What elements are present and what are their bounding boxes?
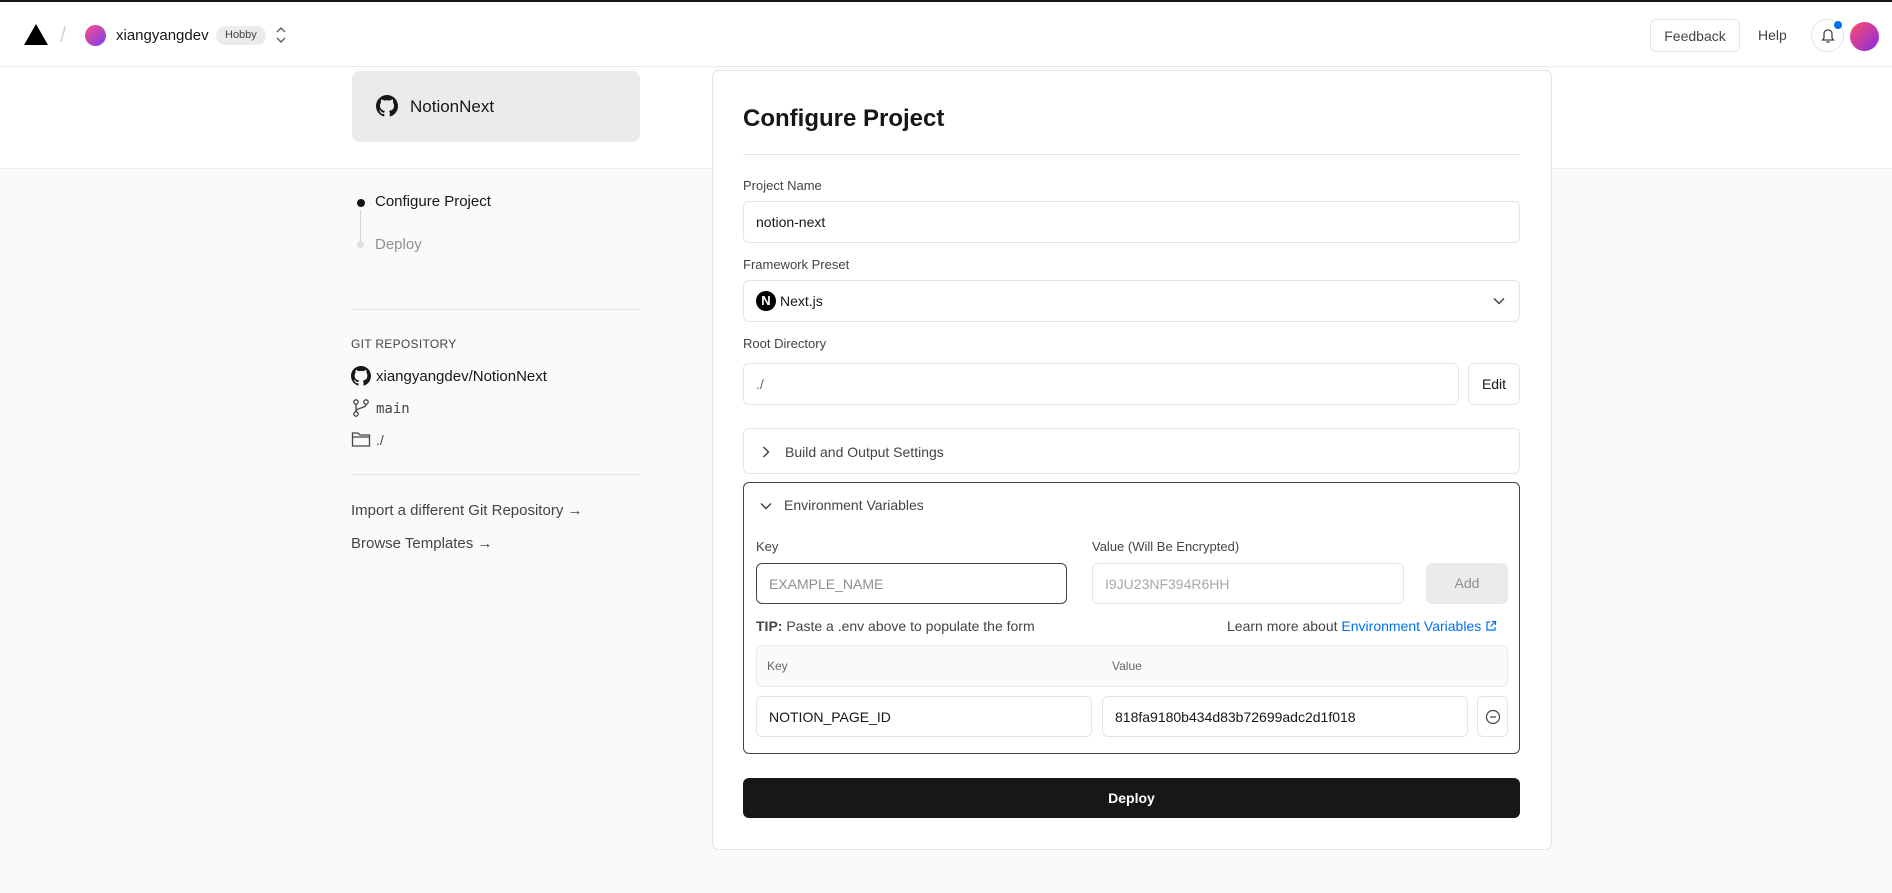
- env-row-key: NOTION_PAGE_ID: [769, 708, 891, 725]
- project-name-input[interactable]: notion-next: [743, 201, 1520, 243]
- git-repository-label: GIT REPOSITORY: [351, 337, 457, 351]
- environment-variables-section: Environment Variables Key Value (Will Be…: [743, 482, 1520, 754]
- framework-preset-select[interactable]: N Next.js: [743, 280, 1520, 322]
- vercel-logo-icon[interactable]: [24, 24, 48, 45]
- env-key-label: Key: [756, 539, 779, 554]
- env-value-label: Value (Will Be Encrypted): [1092, 539, 1240, 554]
- import-different-repo-link[interactable]: Import a different Git Repository →: [351, 502, 582, 519]
- feedback-button[interactable]: Feedback: [1650, 19, 1740, 52]
- env-table-key-header: Key: [767, 659, 788, 673]
- step-connector: [360, 210, 361, 242]
- tip-label: TIP:: [756, 618, 783, 634]
- repo-card-name: NotionNext: [410, 97, 495, 116]
- divider: [351, 474, 640, 475]
- build-output-settings-section[interactable]: Build and Output Settings: [743, 428, 1520, 474]
- help-link[interactable]: Help: [1758, 27, 1787, 43]
- env-row-key-input[interactable]: NOTION_PAGE_ID: [756, 696, 1092, 737]
- env-tip: TIP: Paste a .env above to populate the …: [756, 618, 1035, 634]
- env-value-placeholder: I9JU23NF394R6HH: [1105, 575, 1230, 592]
- repo-card: NotionNext: [352, 71, 640, 142]
- framework-preset-label: Framework Preset: [743, 257, 850, 272]
- project-name-label: Project Name: [743, 178, 822, 193]
- notification-indicator: [1834, 21, 1842, 29]
- chevron-down-icon: [1493, 297, 1505, 305]
- breadcrumb-separator: /: [60, 22, 67, 47]
- top-navigation-bar: / xiangyangdev Hobby Feedback Help: [0, 0, 1892, 67]
- team-avatar[interactable]: [85, 25, 106, 46]
- step-active-dot: [357, 199, 365, 207]
- git-branch-name: main: [376, 401, 410, 417]
- project-name-value: notion-next: [756, 214, 826, 230]
- bell-icon: [1821, 29, 1835, 43]
- edit-root-directory-button[interactable]: Edit: [1468, 363, 1520, 405]
- plan-badge: Hobby: [216, 26, 266, 45]
- git-root-directory: ./: [376, 432, 384, 448]
- page-title: Configure Project: [743, 105, 945, 132]
- github-icon: [351, 366, 371, 386]
- folder-icon: [351, 432, 371, 447]
- git-branch-icon: [353, 399, 369, 417]
- nextjs-logo-icon: N: [756, 291, 776, 311]
- env-row-value-input[interactable]: 818fa9180b434d83b72699adc2d1f018: [1102, 696, 1468, 737]
- root-directory-value: ./: [756, 376, 764, 392]
- build-output-settings-label: Build and Output Settings: [785, 444, 944, 460]
- root-directory-input[interactable]: ./: [743, 363, 1459, 405]
- step-deploy: Deploy: [375, 236, 422, 253]
- framework-preset-value: Next.js: [780, 293, 823, 309]
- env-key-input[interactable]: EXAMPLE_NAME: [756, 563, 1067, 604]
- external-link-icon: [1486, 620, 1497, 631]
- add-env-button[interactable]: Add: [1426, 563, 1508, 604]
- user-avatar[interactable]: [1850, 22, 1879, 51]
- step-pending-dot: [357, 241, 364, 248]
- root-directory-label: Root Directory: [743, 336, 827, 351]
- env-value-input[interactable]: I9JU23NF394R6HH: [1092, 563, 1404, 604]
- remove-circle-icon: [1485, 709, 1501, 725]
- step-configure-project: Configure Project: [375, 193, 491, 210]
- learn-more-prefix: Learn more about: [1227, 618, 1338, 634]
- deploy-button[interactable]: Deploy: [743, 778, 1520, 818]
- learn-more-text: Learn more about Environment Variables: [1227, 618, 1497, 634]
- env-key-placeholder: EXAMPLE_NAME: [769, 575, 884, 592]
- git-repo-name[interactable]: xiangyangdev/NotionNext: [376, 368, 547, 385]
- chevron-down-icon[interactable]: [760, 502, 772, 510]
- browse-templates-link[interactable]: Browse Templates →: [351, 535, 492, 552]
- chevron-right-icon: [762, 446, 770, 458]
- team-name[interactable]: xiangyangdev: [116, 27, 209, 44]
- env-table-value-header: Value: [1112, 659, 1142, 673]
- env-table-header: Key Value: [756, 645, 1508, 687]
- env-docs-link[interactable]: Environment Variables: [1341, 618, 1481, 634]
- tip-text: Paste a .env above to populate the form: [786, 618, 1035, 634]
- divider: [351, 309, 640, 310]
- remove-env-row-button[interactable]: [1477, 696, 1508, 737]
- team-switcher-chevron-icon[interactable]: [275, 24, 287, 46]
- divider: [743, 154, 1520, 155]
- env-row-value: 818fa9180b434d83b72699adc2d1f018: [1115, 708, 1356, 725]
- github-icon: [376, 95, 398, 117]
- environment-variables-label[interactable]: Environment Variables: [784, 497, 924, 513]
